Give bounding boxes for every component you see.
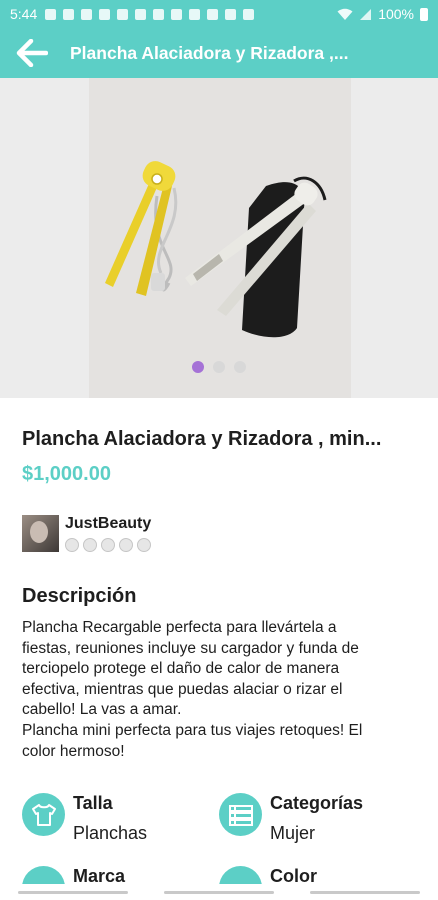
description-line: Plancha mini perfecta para tus viajes re… [22, 721, 363, 739]
seller-name[interactable]: JustBeauty [65, 515, 151, 533]
image-carousel[interactable] [0, 78, 438, 398]
app-bar: Plancha Alaciadora y Rizadora ,... [0, 28, 438, 78]
nav-handle[interactable] [18, 890, 128, 894]
attribute-label: Talla [73, 793, 113, 813]
attribute-talla: Talla Planchas [22, 793, 147, 844]
star-icon [137, 538, 151, 552]
notification-icon [153, 8, 165, 20]
nav-handle[interactable] [164, 890, 274, 894]
notification-icon [243, 8, 255, 20]
carousel-indicators [0, 361, 438, 373]
star-icon [83, 538, 97, 552]
tshirt-icon [22, 793, 65, 836]
status-bar: 5:44 100% [0, 0, 438, 28]
product-photo[interactable] [89, 78, 351, 398]
notification-icon [99, 8, 111, 20]
notification-icon [225, 8, 237, 20]
description-line: cabello! La vas a amar. [22, 701, 182, 719]
description-line: fiestas, reuniones incluye su cargador y… [22, 639, 359, 657]
product-illustration [105, 161, 327, 338]
nav-handle[interactable] [310, 890, 420, 894]
wifi-icon [337, 8, 353, 20]
star-icon [119, 538, 133, 552]
product-price: $1,000.00 [22, 463, 111, 485]
description-line: efectiva, mientras que puedas alaciar o … [22, 680, 343, 698]
status-time: 5:44 [10, 6, 38, 22]
attribute-value: Planchas [73, 823, 148, 843]
carousel-dot[interactable] [213, 361, 225, 373]
attribute-value: Mujer [270, 823, 316, 843]
carousel-dot[interactable] [234, 361, 246, 373]
notification-icon [45, 8, 57, 20]
navigation-bar [0, 884, 438, 900]
seller-rating [65, 538, 151, 552]
description-line: color hermoso! [22, 742, 125, 760]
list-icon [219, 793, 262, 836]
back-button[interactable] [14, 35, 50, 71]
description-text: Plancha Recargable perfecta para llevárt… [22, 618, 418, 762]
seller-info: JustBeauty [65, 515, 151, 552]
page-title: Plancha Alaciadora y Rizadora ,... [70, 42, 349, 63]
product-title: Plancha Alaciadora y Rizadora , min... [22, 428, 382, 450]
seller-card[interactable]: JustBeauty [22, 515, 151, 552]
notification-icon [81, 8, 93, 20]
description-line: Plancha Recargable perfecta para llevárt… [22, 619, 337, 636]
notification-icon [135, 8, 147, 20]
attribute-categorias: Categorías Mujer [219, 793, 363, 844]
notification-icon [171, 8, 183, 20]
arrow-left-icon [16, 39, 48, 67]
notification-icon [189, 8, 201, 20]
status-right: 100% [337, 6, 428, 22]
carousel-dot-active[interactable] [192, 361, 204, 373]
battery-percent: 100% [378, 6, 414, 22]
description-line: terciopelo protege el daño de calor de m… [22, 660, 340, 678]
signal-icon [360, 8, 372, 20]
notification-icon [117, 8, 129, 20]
attribute-label: Categorías [270, 793, 364, 813]
battery-icon [420, 7, 428, 21]
avatar[interactable] [22, 515, 59, 552]
star-icon [65, 538, 79, 552]
description-heading: Descripción [22, 585, 137, 607]
notification-icons [45, 8, 255, 20]
notification-icon [63, 8, 75, 20]
star-icon [101, 538, 115, 552]
notification-icon [207, 8, 219, 20]
